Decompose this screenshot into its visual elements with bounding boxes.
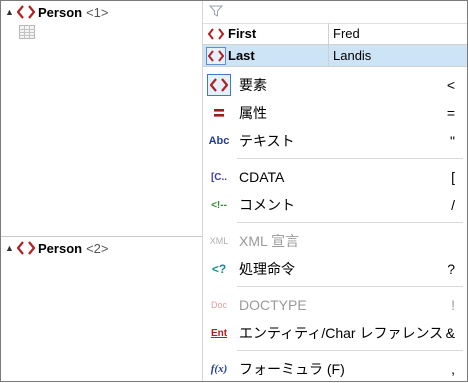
xml-icon-glyph: XML xyxy=(209,236,229,246)
menu-item-formula[interactable]: f(x) フォーミュラ (F) , xyxy=(203,355,467,383)
menu-item-text[interactable]: Abc テキスト " xyxy=(203,127,467,155)
menu-item-label: 属性 xyxy=(239,105,267,121)
menu-item-attribute[interactable]: 属性 = xyxy=(203,99,467,127)
menu-separator xyxy=(237,158,463,159)
element-icon xyxy=(207,74,231,96)
element-icon xyxy=(206,46,226,65)
collapse-caret-icon[interactable]: ▲ xyxy=(5,7,15,17)
table-grid-icon[interactable] xyxy=(19,25,35,39)
menu-item-shortcut: [ xyxy=(451,169,455,185)
element-icon xyxy=(15,4,37,20)
menu-item-shortcut: ! xyxy=(451,297,455,313)
element-icon xyxy=(206,25,226,43)
menu-item-cdata[interactable]: [C.. CDATA [ xyxy=(203,163,467,191)
tree-node-person-2[interactable]: ▲ Person <2> xyxy=(5,239,109,257)
menu-separator xyxy=(237,350,463,351)
tree-node-name: Person xyxy=(38,240,83,256)
menu-item-element[interactable]: 要素 < xyxy=(203,71,467,99)
filter-bar xyxy=(203,1,467,24)
collapse-caret-icon[interactable]: ▲ xyxy=(5,243,15,253)
text-icon-glyph: Abc xyxy=(208,135,230,147)
attribute-row-last[interactable]: Last Landis xyxy=(203,45,467,67)
menu-item-shortcut: " xyxy=(450,133,455,149)
cdata-icon-glyph: [C.. xyxy=(210,171,228,183)
entity-icon-glyph: Ent xyxy=(210,327,228,339)
element-icon xyxy=(15,240,37,256)
menu-item-label: フォーミュラ (F) xyxy=(239,361,345,377)
attribute-icon xyxy=(207,102,231,124)
menu-item-shortcut: = xyxy=(446,105,455,121)
filter-icon[interactable] xyxy=(208,5,224,20)
attribute-value-cell[interactable]: Landis xyxy=(329,45,467,67)
tree-node-person-1[interactable]: ▲ Person <1> xyxy=(5,3,109,21)
formula-icon-glyph: f(x) xyxy=(210,363,228,375)
menu-item-label: エンティティ/Char レファレンス xyxy=(239,325,444,341)
comment-icon: <!-- xyxy=(207,194,231,216)
menu-item-shortcut: < xyxy=(446,77,455,93)
xml-grid-editor: ▲ Person <1> ▲ Person <2> First Fred Las… xyxy=(0,0,468,382)
menu-item-label: CDATA xyxy=(239,169,285,185)
menu-item-label: 要素 xyxy=(239,77,267,93)
attribute-name-cell[interactable]: Last xyxy=(203,45,329,67)
menu-item-comment[interactable]: <!-- コメント / xyxy=(203,191,467,219)
entity-icon: Ent xyxy=(207,322,231,344)
cdata-icon: [C.. xyxy=(207,166,231,188)
formula-icon: f(x) xyxy=(207,358,231,380)
pi-icon-glyph: <? xyxy=(211,262,227,276)
doctype-icon: Doc xyxy=(207,294,231,316)
menu-item-entity-reference[interactable]: Ent エンティティ/Char レファレンス & xyxy=(203,319,467,347)
menu-item-xml-declaration[interactable]: XML XML 宣言 xyxy=(203,227,467,255)
menu-separator xyxy=(237,222,463,223)
comment-icon-glyph: <!-- xyxy=(211,199,227,211)
menu-item-shortcut: / xyxy=(451,197,455,213)
text-icon: Abc xyxy=(207,130,231,152)
menu-item-label: コメント xyxy=(239,197,295,213)
xml-declaration-icon: XML xyxy=(207,230,231,252)
tree-node-index: <1> xyxy=(86,4,109,20)
menu-item-shortcut: & xyxy=(445,325,455,341)
tree-node-name: Person xyxy=(38,4,83,20)
pane-divider xyxy=(1,236,202,237)
menu-separator xyxy=(237,286,463,287)
menu-item-label: DOCTYPE xyxy=(239,297,307,313)
menu-item-label: XML 宣言 xyxy=(239,233,300,249)
menu-item-doctype[interactable]: Doc DOCTYPE ! xyxy=(203,291,467,319)
attribute-row-first[interactable]: First Fred xyxy=(203,23,467,45)
menu-item-label: 処理命令 xyxy=(239,261,295,277)
attribute-name: First xyxy=(228,26,257,41)
tree-node-index: <2> xyxy=(86,240,109,256)
menu-item-shortcut: ? xyxy=(447,261,455,277)
attribute-pane: First Fred Last Landis 要素 < 属性 = Abc テキス… xyxy=(203,1,467,381)
menu-item-label: テキスト xyxy=(239,133,295,149)
attribute-name-cell[interactable]: First xyxy=(203,23,329,45)
tree-pane: ▲ Person <1> ▲ Person <2> xyxy=(1,1,203,381)
insert-context-menu: 要素 < 属性 = Abc テキスト " [C.. CDATA [<!-- コ… xyxy=(203,67,467,381)
attribute-value-cell[interactable]: Fred xyxy=(329,23,467,45)
attribute-name: Last xyxy=(228,48,255,63)
menu-item-shortcut: , xyxy=(451,361,455,377)
doctype-icon-glyph: Doc xyxy=(210,300,227,310)
menu-item-processing-instruction[interactable]: <? 処理命令 ? xyxy=(203,255,467,283)
processing-instruction-icon: <? xyxy=(207,258,231,280)
